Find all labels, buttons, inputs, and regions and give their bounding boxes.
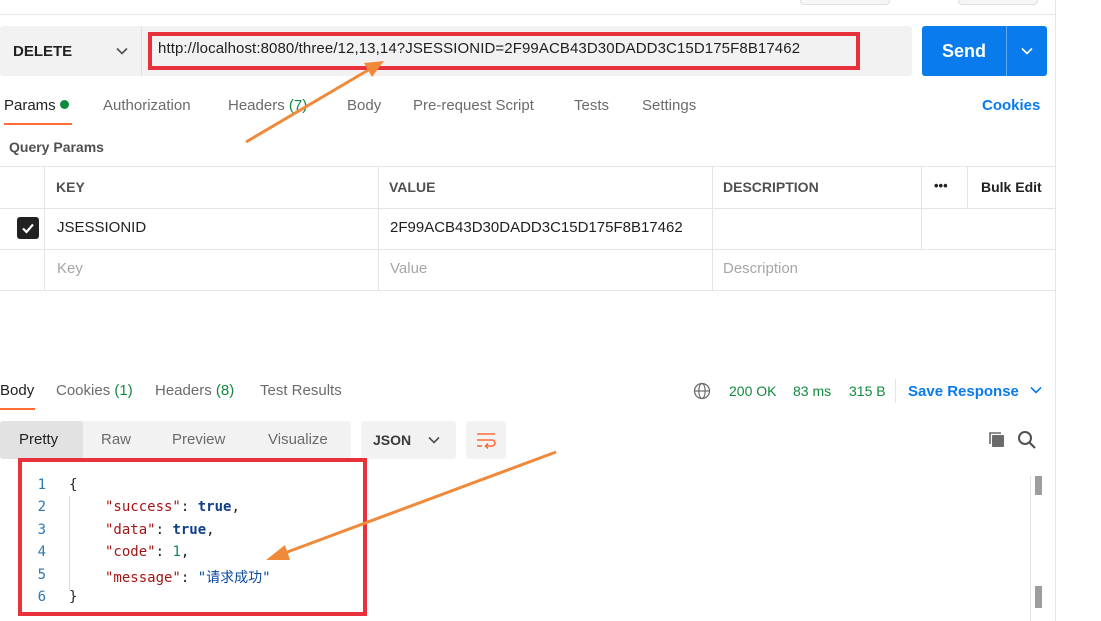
scrollbar-thumb-bottom[interactable] xyxy=(1035,586,1042,608)
tab-count: (7) xyxy=(288,97,308,114)
active-response-tab-indicator xyxy=(0,408,35,410)
status-divider xyxy=(895,379,896,403)
tab-params[interactable]: Params xyxy=(4,97,69,114)
check-icon xyxy=(22,223,34,234)
new-value-input[interactable]: Value xyxy=(390,260,427,277)
table-col-divider xyxy=(378,166,379,290)
tab-label: Body xyxy=(0,382,35,399)
tab-tests[interactable]: Tests xyxy=(574,97,609,114)
query-params-title: Query Params xyxy=(9,139,104,155)
send-button[interactable]: Send xyxy=(922,26,1047,76)
table-col-divider xyxy=(921,166,922,249)
active-tab-indicator xyxy=(4,123,72,125)
tab-label: Pre-request Script xyxy=(413,97,534,114)
tab-label: Params xyxy=(4,97,56,114)
annotation-box-response xyxy=(18,458,367,616)
more-options-button[interactable]: ••• xyxy=(934,178,948,193)
send-label: Send xyxy=(941,40,986,61)
tab-count: (8) xyxy=(215,382,235,399)
chevron-down-icon xyxy=(1021,47,1033,55)
response-tab-body[interactable]: Body xyxy=(0,382,34,399)
tab-headers[interactable]: Headers (7) xyxy=(228,97,307,114)
copy-icon[interactable] xyxy=(987,430,1007,450)
tab-count: (1) xyxy=(114,382,133,399)
column-header-key: KEY xyxy=(56,179,85,195)
chevron-down-icon xyxy=(116,47,128,55)
save-response-button[interactable]: Save Response xyxy=(908,383,1043,400)
search-icon[interactable] xyxy=(1017,430,1037,450)
format-pretty[interactable]: Pretty xyxy=(19,431,58,448)
format-preview[interactable]: Preview xyxy=(172,431,225,448)
tab-pre-request-script[interactable]: Pre-request Script xyxy=(413,97,534,114)
tab-label: Headers xyxy=(228,97,285,114)
table-border-bottom xyxy=(0,290,1056,291)
language-select-label: JSON xyxy=(373,432,412,448)
globe-icon[interactable] xyxy=(693,382,711,400)
tab-label: Test Results xyxy=(260,382,342,399)
tab-label: Headers xyxy=(155,382,212,399)
scroll-track xyxy=(1030,476,1031,621)
bulk-edit-button[interactable]: Bulk Edit xyxy=(981,179,1042,195)
param-key-cell[interactable]: JSESSIONID xyxy=(57,219,146,236)
tab-authorization[interactable]: Authorization xyxy=(103,97,191,114)
language-select[interactable]: JSON xyxy=(361,421,456,459)
response-size[interactable]: 315 B xyxy=(849,383,886,399)
tab-label: Cookies xyxy=(56,382,111,399)
tab-label: Settings xyxy=(642,97,697,114)
method-select[interactable]: DELETE xyxy=(0,26,142,76)
table-border-header xyxy=(0,208,1056,209)
wrap-lines-icon xyxy=(477,433,496,449)
table-col-divider xyxy=(712,166,713,290)
top-control-stub xyxy=(800,0,890,5)
tab-settings[interactable]: Settings xyxy=(642,97,696,114)
table-border-row xyxy=(0,249,1056,250)
method-label: DELETE xyxy=(13,42,73,60)
cookies-link[interactable]: Cookies xyxy=(982,97,1040,114)
param-enabled-checkbox[interactable] xyxy=(17,217,39,239)
send-options-button[interactable] xyxy=(1007,26,1047,76)
new-key-input[interactable]: Key xyxy=(57,260,83,277)
table-col-divider xyxy=(44,166,45,290)
params-active-dot xyxy=(59,100,69,109)
column-header-value: VALUE xyxy=(389,179,436,195)
status-code[interactable]: 200 OK xyxy=(729,383,776,399)
chevron-down-icon xyxy=(1030,386,1042,394)
right-divider xyxy=(1055,0,1056,621)
tab-body[interactable]: Body xyxy=(347,97,381,114)
wrap-lines-button[interactable] xyxy=(466,421,506,459)
response-time[interactable]: 83 ms xyxy=(793,383,831,399)
new-description-input[interactable]: Description xyxy=(723,260,798,277)
chevron-down-icon xyxy=(428,436,440,444)
tab-label: Authorization xyxy=(103,97,191,114)
tab-label: Tests xyxy=(574,97,610,114)
table-col-divider xyxy=(967,166,968,208)
top-divider xyxy=(0,14,1056,15)
param-value-cell[interactable]: 2F99ACB43D30DADD3C15D175F8B17462 xyxy=(390,219,683,236)
format-visualize[interactable]: Visualize xyxy=(268,431,328,448)
annotation-box-url xyxy=(148,32,860,70)
format-raw[interactable]: Raw xyxy=(101,431,131,448)
scrollbar-thumb-top[interactable] xyxy=(1035,476,1042,495)
save-response-label: Save Response xyxy=(908,383,1019,400)
response-tab-test-results[interactable]: Test Results xyxy=(260,382,342,399)
response-tab-headers[interactable]: Headers (8) xyxy=(155,382,234,399)
column-header-description: DESCRIPTION xyxy=(723,179,819,195)
table-border-top xyxy=(0,166,1056,167)
tab-label: Body xyxy=(347,97,382,114)
top-control-stub-2 xyxy=(958,0,1038,5)
response-tab-cookies[interactable]: Cookies (1) xyxy=(56,382,133,399)
